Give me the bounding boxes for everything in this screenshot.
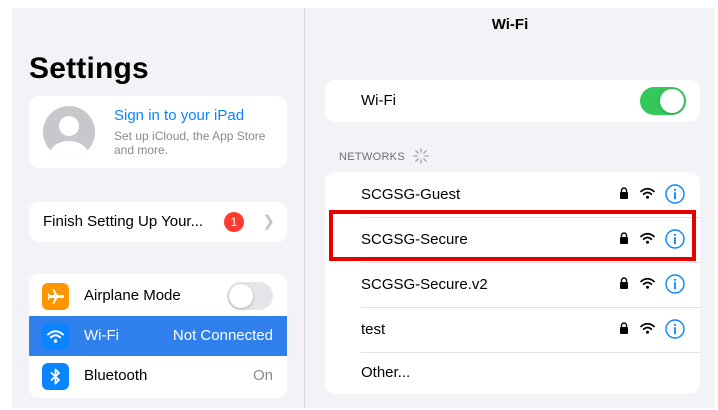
highlight-box [329, 210, 696, 261]
network-name: SCGSG-Guest [361, 186, 461, 203]
ipad-screen: Settings Sign in to your iPad Set up iCl… [12, 8, 715, 408]
wifi-detail-pane: Wi-Fi Wi-Fi NETWORKS SCGSG-Guest SCGSG-S… [305, 8, 715, 408]
networks-list: SCGSG-Guest SCGSG-Secure SCGSG-Secure.v2 [325, 172, 700, 394]
sidebar-item-label: Wi-Fi [84, 327, 119, 344]
wifi-toggle-switch[interactable] [640, 87, 686, 115]
sidebar-item-airplane-mode[interactable]: Airplane Mode [29, 276, 287, 316]
wifi-signal-icon [640, 277, 655, 289]
wifi-status-value: Not Connected [172, 327, 273, 344]
page-title: Settings [29, 52, 149, 85]
network-row[interactable]: SCGSG-Secure.v2 [325, 262, 700, 307]
loading-spinner-icon [413, 148, 429, 164]
sidebar-item-label: Bluetooth [84, 367, 148, 384]
airplane-icon [42, 283, 69, 310]
wifi-toggle-label: Wi-Fi [361, 92, 396, 109]
wifi-toggle-row: Wi-Fi [325, 80, 700, 122]
bluetooth-status-value: On [252, 367, 273, 384]
bluetooth-icon [42, 363, 69, 390]
sign-in-subtitle: Set up iCloud, the App Store and more. [114, 129, 266, 157]
chevron-right-icon: ❯ [262, 213, 275, 230]
sidebar-item-bluetooth[interactable]: Bluetooth On [29, 356, 287, 396]
finish-setup-label: Finish Setting Up Your... [43, 213, 204, 230]
sidebar-item-wifi[interactable]: Wi-Fi Not Connected [29, 316, 287, 356]
lock-icon [620, 322, 628, 334]
other-network-row[interactable]: Other... [325, 352, 700, 394]
airplane-mode-toggle[interactable] [227, 282, 273, 310]
sign-in-link[interactable]: Sign in to your iPad [114, 107, 244, 124]
wifi-signal-icon [640, 187, 655, 199]
settings-sidebar: Settings Sign in to your iPad Set up iCl… [12, 8, 305, 408]
wifi-signal-icon [640, 322, 655, 334]
wifi-icon [42, 323, 69, 350]
account-card[interactable]: Sign in to your iPad Set up iCloud, the … [29, 96, 287, 168]
networks-header: NETWORKS [339, 151, 405, 163]
lock-icon [620, 187, 628, 199]
lock-icon [620, 277, 628, 289]
network-row[interactable]: test [325, 307, 700, 352]
avatar [43, 106, 95, 158]
info-icon[interactable] [665, 184, 685, 204]
finish-setup-row[interactable]: Finish Setting Up Your... 1 ❯ [29, 202, 287, 242]
info-icon[interactable] [665, 274, 685, 294]
network-name: SCGSG-Secure.v2 [361, 276, 488, 293]
notification-badge: 1 [224, 212, 244, 232]
network-name: test [361, 321, 386, 338]
info-icon[interactable] [665, 319, 685, 339]
sidebar-item-label: Airplane Mode [84, 287, 181, 304]
other-network-label: Other... [361, 364, 411, 381]
connectivity-group: Airplane Mode Wi-Fi Not Connected Blueto… [29, 274, 287, 398]
detail-title: Wi-Fi [491, 16, 529, 33]
